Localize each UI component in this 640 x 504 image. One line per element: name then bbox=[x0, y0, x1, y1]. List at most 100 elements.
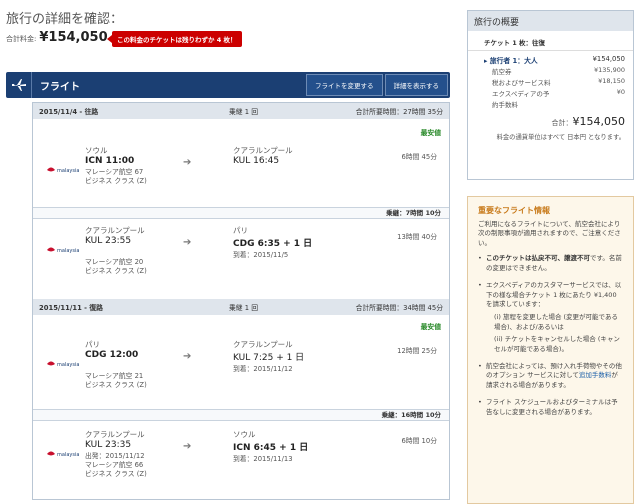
price-label: 税およびサービス料 bbox=[492, 79, 551, 87]
summary-total: 合計：¥154,050 bbox=[468, 109, 633, 130]
trip-summary: 旅行の概要 チケット 1 枚：往復 ▸ 旅行者 1：大人 ¥154,050 航空… bbox=[467, 10, 634, 180]
flight-segment: malaysia クアラルンプール KUL 23:35 出発：2015/11/1… bbox=[33, 429, 449, 487]
arrival-city: クアラルンプール bbox=[233, 146, 293, 155]
price-value: ¥135,900 bbox=[593, 66, 625, 74]
show-details-button[interactable]: 詳細を表示する bbox=[384, 74, 448, 96]
total-label: 合計： bbox=[551, 119, 573, 127]
flight-segment: malaysia ソウル ICN 11:00 マレーシア航空 67 ビジネス ク… bbox=[33, 145, 449, 203]
arrival-city: クアラルンプール bbox=[233, 340, 293, 349]
leg-header-return: 2015/11/11 - 復路 乗継 1 回 合計所要時間：34時間 45分 bbox=[33, 299, 449, 315]
flight-header: フライト フライトを変更する 詳細を表示する bbox=[6, 72, 450, 98]
summary-title: 旅行の概要 bbox=[468, 11, 633, 31]
availability-alert: この料金のチケットは残りわずか 4 枚！ bbox=[107, 31, 242, 47]
price-row: エクスペディアの予 ¥0 bbox=[468, 87, 633, 98]
airplane-icon bbox=[6, 72, 32, 98]
svg-text:malaysia: malaysia bbox=[57, 168, 79, 174]
page-title: 旅行の詳細を確認： bbox=[6, 12, 124, 27]
cabin-class: ビジネス クラス (Z) bbox=[85, 266, 147, 275]
layover-info: 乗継：7時間 10分 bbox=[33, 207, 449, 219]
departure-time: CDG 12:00 bbox=[85, 350, 139, 360]
nonrefundable-text: このチケットは払戻不可、譲渡不可 bbox=[486, 254, 590, 263]
list-item: エクスペディアのカスタマーサービスでは、以下の様な場合チケット 1 枚にあたり … bbox=[478, 281, 623, 354]
important-title: 重要なフライト情報 bbox=[478, 206, 550, 215]
cabin-class: ビジネス クラス (Z) bbox=[85, 380, 147, 389]
best-price-badge: 最安値 bbox=[420, 323, 441, 331]
layover-text: 乗継：16時間 10分 bbox=[381, 411, 441, 419]
arrival-time: KUL 16:45 bbox=[233, 156, 280, 166]
change-flight-button[interactable]: フライトを変更する bbox=[306, 74, 383, 96]
traveler-text: 旅行者 1：大人 bbox=[489, 57, 538, 65]
leg-date: 2015/11/11 - 復路 bbox=[39, 304, 103, 312]
departure-city: パリ bbox=[85, 340, 100, 349]
departure-city: クアラルンプール bbox=[85, 226, 145, 235]
additional-fees-link[interactable]: 追加手数料 bbox=[579, 371, 612, 379]
ticket-info: チケット 1 枚：往復 bbox=[468, 31, 633, 51]
segment-duration: 13時間 40分 bbox=[397, 233, 437, 241]
price-label: 約手数料 bbox=[492, 101, 518, 109]
flight-segment: malaysia パリ CDG 12:00 マレーシア航空 21 ビジネス クラ… bbox=[33, 339, 449, 397]
svg-text:malaysia: malaysia bbox=[57, 362, 79, 368]
list-item: フライト スケジュールおよびターミナルは予告なしに変更される場合があります。 bbox=[478, 398, 623, 417]
total-label: 合計料金: bbox=[6, 35, 37, 43]
price-row: 税およびサービス料 ¥18,150 bbox=[468, 76, 633, 87]
arrival-city: ソウル bbox=[233, 430, 256, 439]
airline-logo: malaysia bbox=[47, 167, 79, 174]
cabin-class: ビジネス クラス (Z) bbox=[85, 469, 147, 478]
arrival-city: パリ bbox=[233, 226, 248, 235]
total-line: 合計料金: ¥154,050 bbox=[6, 30, 108, 45]
svg-text:malaysia: malaysia bbox=[57, 452, 79, 458]
segment-duration: 6時間 45分 bbox=[401, 153, 437, 161]
flight-itinerary: 2015/11/4 - 往路 乗継 1 回 合計所要時間：27時間 35分 最安… bbox=[32, 102, 450, 500]
list-item: 航空会社によっては、預け入れ手荷物やその他のオプション サービスに対して追加手数… bbox=[478, 362, 623, 390]
traveler-label: ▸ 旅行者 1：大人 bbox=[484, 57, 538, 65]
price-label: 航空券 bbox=[492, 68, 512, 76]
important-intro: ご利用になるフライトについて、航空会社により次の制限事項が適用されますので、ご注… bbox=[478, 220, 621, 247]
layover-text: 乗継：7時間 10分 bbox=[386, 209, 441, 217]
arrival-time: ICN 6:45 + 1 日 bbox=[233, 443, 309, 453]
traveler-price: ¥154,050 bbox=[592, 55, 625, 63]
best-price-badge: 最安値 bbox=[420, 129, 441, 137]
segment-duration: 12時間 25分 bbox=[397, 347, 437, 355]
layover-info: 乗継：16時間 10分 bbox=[33, 409, 449, 421]
price-row: 航空券 ¥135,900 bbox=[468, 65, 633, 76]
leg-duration: 合計所要時間：34時間 45分 bbox=[355, 304, 443, 312]
leg-stops: 乗継 1 回 bbox=[229, 108, 259, 116]
cabin-class: ビジネス クラス (Z) bbox=[85, 176, 147, 185]
departure-city: ソウル bbox=[85, 146, 108, 155]
leg-date: 2015/11/4 - 往路 bbox=[39, 108, 99, 116]
airline-logo: malaysia bbox=[47, 361, 79, 368]
departure-time: KUL 23:35 bbox=[85, 440, 132, 450]
arrival-time: CDG 6:35 + 1 日 bbox=[233, 239, 313, 249]
price-label: エクスペディアの予 bbox=[492, 90, 550, 98]
flight-segment: malaysia クアラルンプール KUL 23:55 マレーシア航空 20 ビ… bbox=[33, 225, 449, 283]
airline-logo: malaysia bbox=[47, 451, 79, 458]
airline-flight: マレーシア航空 20 bbox=[85, 258, 144, 266]
arrow-right-icon: ➔ bbox=[183, 157, 192, 168]
list-item-text: エクスペディアのカスタマーサービスでは、以下の様な場合チケット 1 枚にあたり … bbox=[486, 281, 622, 308]
important-list: このチケットは払戻不可、譲渡不可です。名前の変更はできません。 エクスペディアの… bbox=[468, 248, 633, 417]
arrow-right-icon: ➔ bbox=[183, 351, 192, 362]
list-item: このチケットは払戻不可、譲渡不可です。名前の変更はできません。 bbox=[478, 254, 623, 273]
list-item-text: フライト スケジュールおよびターミナルは予告なしに変更される場合があります。 bbox=[486, 398, 618, 416]
departure-time: KUL 23:55 bbox=[85, 236, 132, 246]
sub-item: (ii) チケットをキャンセルした場合 (キャンセルが可能である場合)。 bbox=[494, 335, 620, 353]
airline-flight: マレーシア航空 66 bbox=[85, 460, 144, 469]
traveler-row: ▸ 旅行者 1：大人 ¥154,050 bbox=[468, 51, 633, 65]
price-value: ¥18,150 bbox=[598, 77, 625, 85]
arrival-date: 到着：2015/11/5 bbox=[233, 251, 289, 259]
departure-city: クアラルンプール bbox=[85, 430, 145, 439]
segment-duration: 6時間 10分 bbox=[401, 437, 437, 445]
airline-flight: マレーシア航空 21 bbox=[85, 372, 144, 380]
arrival-time: KUL 7:25 + 1 日 bbox=[233, 353, 305, 363]
arrow-right-icon: ➔ bbox=[183, 237, 192, 248]
currency-note: 料金の通貨単位はすべて 日本円 となります。 bbox=[496, 134, 625, 141]
arrival-date: 到着：2015/11/12 bbox=[233, 365, 293, 373]
leg-header-outbound: 2015/11/4 - 往路 乗継 1 回 合計所要時間：27時間 35分 bbox=[33, 103, 449, 119]
airline-flight: マレーシア航空 67 bbox=[85, 168, 144, 176]
departure-date: 出発：2015/11/12 bbox=[85, 452, 145, 460]
leg-stops: 乗継 1 回 bbox=[229, 304, 259, 312]
price-value: ¥0 bbox=[616, 88, 625, 96]
leg-duration: 合計所要時間：27時間 35分 bbox=[355, 108, 443, 116]
airline-logo: malaysia bbox=[47, 247, 79, 254]
sub-list: (i) 旅程を変更した場合 (変更が可能である場合)、および/あるいは (ii)… bbox=[486, 313, 623, 354]
